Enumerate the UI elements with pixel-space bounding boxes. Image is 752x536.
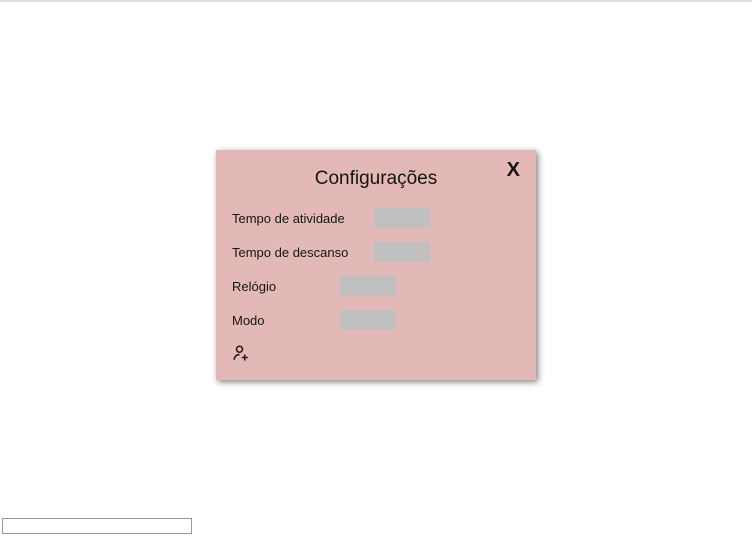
field-row-mode: Modo	[232, 310, 520, 330]
add-user-icon	[232, 344, 250, 362]
activity-time-label: Tempo de atividade	[232, 211, 374, 226]
settings-modal: Configurações X Tempo de atividade Tempo…	[216, 150, 536, 380]
field-row-rest-time: Tempo de descanso	[232, 242, 520, 262]
bottom-text-input[interactable]	[2, 518, 192, 534]
rest-time-input[interactable]	[374, 242, 430, 262]
mode-input[interactable]	[340, 310, 396, 330]
modal-title: Configurações	[315, 168, 438, 190]
add-user-button[interactable]	[232, 344, 252, 364]
activity-time-input[interactable]	[374, 208, 430, 228]
modal-header: Configurações X	[232, 162, 520, 190]
field-row-clock: Relógio	[232, 276, 520, 296]
field-row-activity-time: Tempo de atividade	[232, 208, 520, 228]
clock-label: Relógio	[232, 279, 340, 294]
mode-label: Modo	[232, 313, 340, 328]
close-button[interactable]: X	[507, 160, 520, 180]
rest-time-label: Tempo de descanso	[232, 245, 374, 260]
clock-input[interactable]	[340, 276, 396, 296]
